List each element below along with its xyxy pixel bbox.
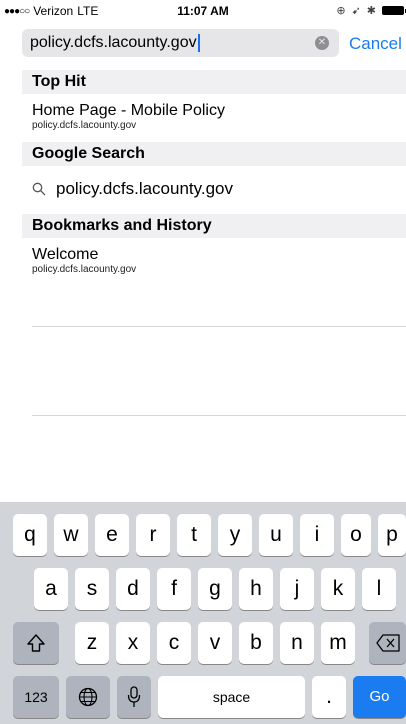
globe-key[interactable] xyxy=(66,676,110,718)
history-title: Welcome xyxy=(32,246,99,263)
key-u[interactable]: u xyxy=(259,514,293,556)
keyboard: q w e r t y u i o p a s d f g h j k l z … xyxy=(0,502,406,724)
key-w[interactable]: w xyxy=(54,514,88,556)
globe-icon xyxy=(78,687,98,707)
address-text[interactable]: policy.dcfs.lacounty.gov xyxy=(30,33,200,52)
section-header-top-hit: Top Hit xyxy=(22,70,406,94)
key-n[interactable]: n xyxy=(280,622,314,664)
empty-row-divider xyxy=(32,415,406,416)
key-p[interactable]: p xyxy=(378,514,406,556)
key-l[interactable]: l xyxy=(362,568,396,610)
top-hit-title: Home Page - Mobile Policy xyxy=(32,102,225,119)
microphone-icon xyxy=(127,686,141,707)
key-g[interactable]: g xyxy=(198,568,232,610)
clear-text-icon[interactable]: ✕ xyxy=(315,36,329,50)
battery-icon xyxy=(382,6,406,15)
key-s[interactable]: s xyxy=(75,568,109,610)
search-icon xyxy=(32,182,46,196)
key-c[interactable]: c xyxy=(157,622,191,664)
key-v[interactable]: v xyxy=(198,622,232,664)
status-icons: ⊕ ➹ ✱ xyxy=(336,4,406,17)
shift-key[interactable] xyxy=(13,622,59,664)
key-b[interactable]: b xyxy=(239,622,273,664)
history-url: policy.dcfs.lacounty.gov xyxy=(32,264,137,275)
key-i[interactable]: i xyxy=(300,514,334,556)
google-suggestion-text: policy.dcfs.lacounty.gov xyxy=(56,179,234,198)
lock-rotation-icon: ⊕ xyxy=(336,5,346,17)
cancel-button[interactable]: Cancel xyxy=(349,34,402,54)
google-suggestion[interactable]: policy.dcfs.lacounty.gov xyxy=(32,179,233,199)
key-j[interactable]: j xyxy=(280,568,314,610)
key-o[interactable]: o xyxy=(341,514,371,556)
key-x[interactable]: x xyxy=(116,622,150,664)
go-key[interactable]: Go xyxy=(353,676,406,718)
key-k[interactable]: k xyxy=(321,568,355,610)
empty-row-divider xyxy=(32,326,406,327)
top-hit-result[interactable]: Home Page - Mobile Policy policy.dcfs.la… xyxy=(32,102,406,132)
delete-key[interactable] xyxy=(369,622,406,664)
key-e[interactable]: e xyxy=(95,514,129,556)
key-a[interactable]: a xyxy=(34,568,68,610)
period-key[interactable]: . xyxy=(312,676,346,718)
key-y[interactable]: y xyxy=(218,514,252,556)
bluetooth-icon: ✱ xyxy=(366,5,376,17)
key-r[interactable]: r xyxy=(136,514,170,556)
history-result[interactable]: Welcome policy.dcfs.lacounty.gov xyxy=(32,246,406,276)
address-value: policy.dcfs.lacounty.gov xyxy=(30,34,197,52)
backspace-icon xyxy=(375,634,400,652)
key-f[interactable]: f xyxy=(157,568,191,610)
status-bar: ●●●○○ Verizon LTE 11:07 AM ⊕ ➹ ✱ xyxy=(0,0,406,22)
key-h[interactable]: h xyxy=(239,568,273,610)
space-key[interactable]: space xyxy=(158,676,305,718)
dictation-key[interactable] xyxy=(117,676,151,718)
key-z[interactable]: z xyxy=(75,622,109,664)
key-m[interactable]: m xyxy=(321,622,355,664)
shift-icon xyxy=(27,634,45,652)
numbers-key[interactable]: 123 xyxy=(13,676,59,718)
key-d[interactable]: d xyxy=(116,568,150,610)
top-hit-url: policy.dcfs.lacounty.gov xyxy=(32,120,137,131)
text-caret xyxy=(197,33,200,52)
key-t[interactable]: t xyxy=(177,514,211,556)
address-field[interactable]: policy.dcfs.lacounty.gov ✕ xyxy=(22,29,339,57)
key-q[interactable]: q xyxy=(13,514,47,556)
address-bar-row: policy.dcfs.lacounty.gov ✕ Cancel xyxy=(0,28,406,60)
location-icon: ➹ xyxy=(351,5,361,17)
section-header-bookmarks-history: Bookmarks and History xyxy=(22,214,406,238)
section-header-google-search: Google Search xyxy=(22,142,406,166)
